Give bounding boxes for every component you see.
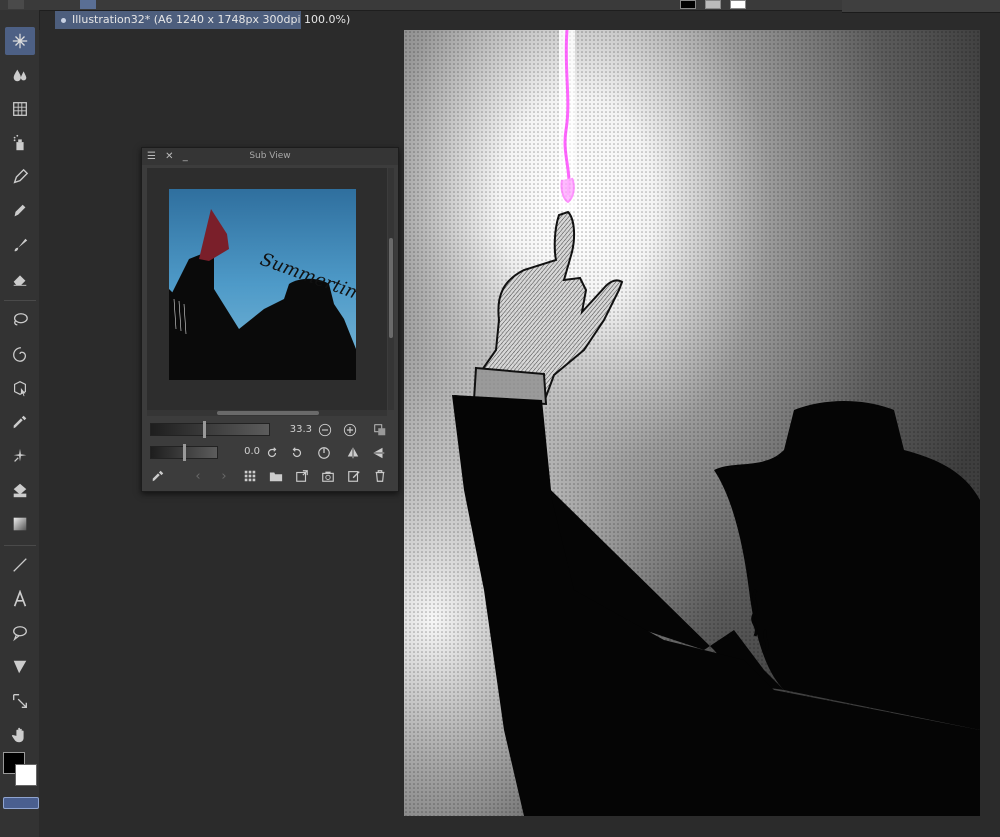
rotation-slider[interactable] — [150, 444, 218, 461]
toolbar-button[interactable] — [490, 0, 506, 9]
line-icon[interactable] — [5, 551, 35, 579]
close-icon[interactable]: ✕ — [165, 151, 173, 162]
gradient-icon[interactable] — [5, 510, 35, 538]
toolbar-button[interactable] — [795, 0, 811, 9]
sub-view-horizontal-scrollbar[interactable] — [147, 410, 387, 416]
canvas-artwork — [404, 30, 980, 816]
panel-menu-icon[interactable]: ☰ — [147, 151, 156, 162]
zoom-out-icon[interactable] — [317, 422, 333, 438]
document-tab[interactable]: Illustration32* (A6 1240 x 1748px 300dpi… — [55, 11, 350, 29]
lasso-icon[interactable] — [5, 306, 35, 334]
pen-icon[interactable] — [5, 163, 35, 191]
zoom-slider-knob[interactable] — [203, 421, 206, 438]
toolbar-button[interactable] — [765, 0, 781, 9]
color-swatches — [2, 750, 38, 794]
toolbar-button[interactable] — [440, 0, 456, 9]
drawing-canvas[interactable] — [404, 30, 980, 816]
correct-line-icon[interactable] — [5, 687, 35, 715]
pencil-icon[interactable] — [5, 197, 35, 225]
toolbar-button[interactable] — [106, 0, 122, 9]
sub-view-vertical-scrollbar[interactable] — [388, 168, 394, 410]
rotate-right-icon[interactable] — [289, 445, 305, 461]
toolbar-button[interactable] — [260, 0, 276, 9]
toolbar-button[interactable] — [465, 0, 481, 9]
document-tab-title: Illustration32* (A6 1240 x 1748px 300dpi… — [72, 13, 351, 26]
delete-icon[interactable] — [372, 468, 388, 484]
fit-view-icon[interactable] — [372, 422, 388, 438]
toolbar-button[interactable] — [515, 0, 531, 9]
import-image-icon[interactable] — [294, 468, 310, 484]
rotation-slider-knob[interactable] — [183, 444, 186, 461]
sub-view-window-controls: ☰ ✕ _ — [147, 148, 188, 165]
toolbar-separator — [4, 300, 36, 301]
sparkle-icon[interactable] — [5, 27, 35, 55]
grid-icon[interactable] — [5, 95, 35, 123]
redo-icon[interactable] — [352, 0, 368, 9]
top-right-panel — [842, 0, 1000, 13]
reference-image: Summertime — [169, 189, 356, 380]
toolbar-button[interactable] — [235, 0, 251, 9]
open-folder-icon[interactable] — [268, 468, 284, 484]
toolbar-button[interactable] — [58, 0, 74, 9]
sub-view-panel: Sub View ☰ ✕ _ Summertime 33.3 0.0 ‹ › — [141, 147, 399, 492]
transparent-swatch[interactable] — [730, 0, 746, 9]
background-swatch[interactable] — [705, 0, 721, 9]
spray-icon[interactable] — [5, 129, 35, 157]
scroll-thumb[interactable] — [389, 238, 393, 338]
frame-icon[interactable] — [5, 653, 35, 681]
scroll-thumb[interactable] — [217, 411, 319, 415]
spiral-icon[interactable] — [5, 340, 35, 368]
transparent-color-swatch[interactable] — [3, 797, 39, 809]
undo-icon[interactable] — [330, 0, 346, 9]
previous-image-icon[interactable]: ‹ — [190, 468, 206, 484]
toolbar-button[interactable] — [128, 0, 144, 9]
sub-view-image-area[interactable]: Summertime — [147, 168, 387, 410]
toolbar-button[interactable] — [210, 0, 226, 9]
toolbar-button[interactable] — [640, 0, 656, 9]
toolbar-separator — [4, 545, 36, 546]
toolbar-button[interactable] — [160, 0, 176, 9]
modified-dot-icon — [61, 17, 66, 23]
tool-palette — [0, 10, 40, 837]
edit-image-icon[interactable] — [346, 468, 362, 484]
toolbar-button[interactable] — [385, 0, 401, 9]
sub-view-title: Sub View — [249, 151, 291, 161]
zoom-value: 33.3 — [289, 424, 312, 435]
flip-vertical-icon[interactable] — [371, 445, 387, 461]
eyedropper-icon[interactable] — [5, 408, 35, 436]
next-image-icon[interactable]: › — [216, 468, 232, 484]
toolbar-button[interactable] — [410, 0, 426, 9]
foreground-swatch[interactable] — [680, 0, 696, 9]
rotate-left-icon[interactable] — [264, 445, 280, 461]
eraser-icon[interactable] — [5, 265, 35, 293]
thumbnail-grid-icon[interactable] — [242, 468, 258, 484]
fill-icon[interactable] — [5, 476, 35, 504]
toolbar-button[interactable] — [185, 0, 201, 9]
hand-icon[interactable] — [5, 721, 35, 749]
zoom-slider[interactable] — [150, 421, 270, 438]
brush-icon[interactable] — [5, 231, 35, 259]
toolbar-button-active[interactable] — [80, 0, 96, 9]
flip-horizontal-icon[interactable] — [345, 445, 361, 461]
menu-icon[interactable] — [8, 0, 24, 9]
object-select-icon[interactable] — [5, 374, 35, 402]
eyedropper-icon[interactable] — [150, 468, 166, 484]
zoom-in-icon[interactable] — [342, 422, 358, 438]
camera-icon[interactable] — [320, 468, 336, 484]
background-color-swatch[interactable] — [15, 764, 37, 786]
toolbar-button[interactable] — [590, 0, 606, 9]
auto-select-icon[interactable] — [5, 442, 35, 470]
balloon-icon[interactable] — [5, 619, 35, 647]
text-icon[interactable] — [5, 585, 35, 613]
toolbar-button[interactable] — [565, 0, 581, 9]
minimize-icon[interactable]: _ — [183, 151, 188, 162]
toolbar-button[interactable] — [540, 0, 556, 9]
droplets-icon[interactable] — [5, 61, 35, 89]
rotation-value: 0.0 — [244, 446, 260, 457]
toolbar-button[interactable] — [615, 0, 631, 9]
reset-rotation-icon[interactable] — [316, 445, 332, 461]
